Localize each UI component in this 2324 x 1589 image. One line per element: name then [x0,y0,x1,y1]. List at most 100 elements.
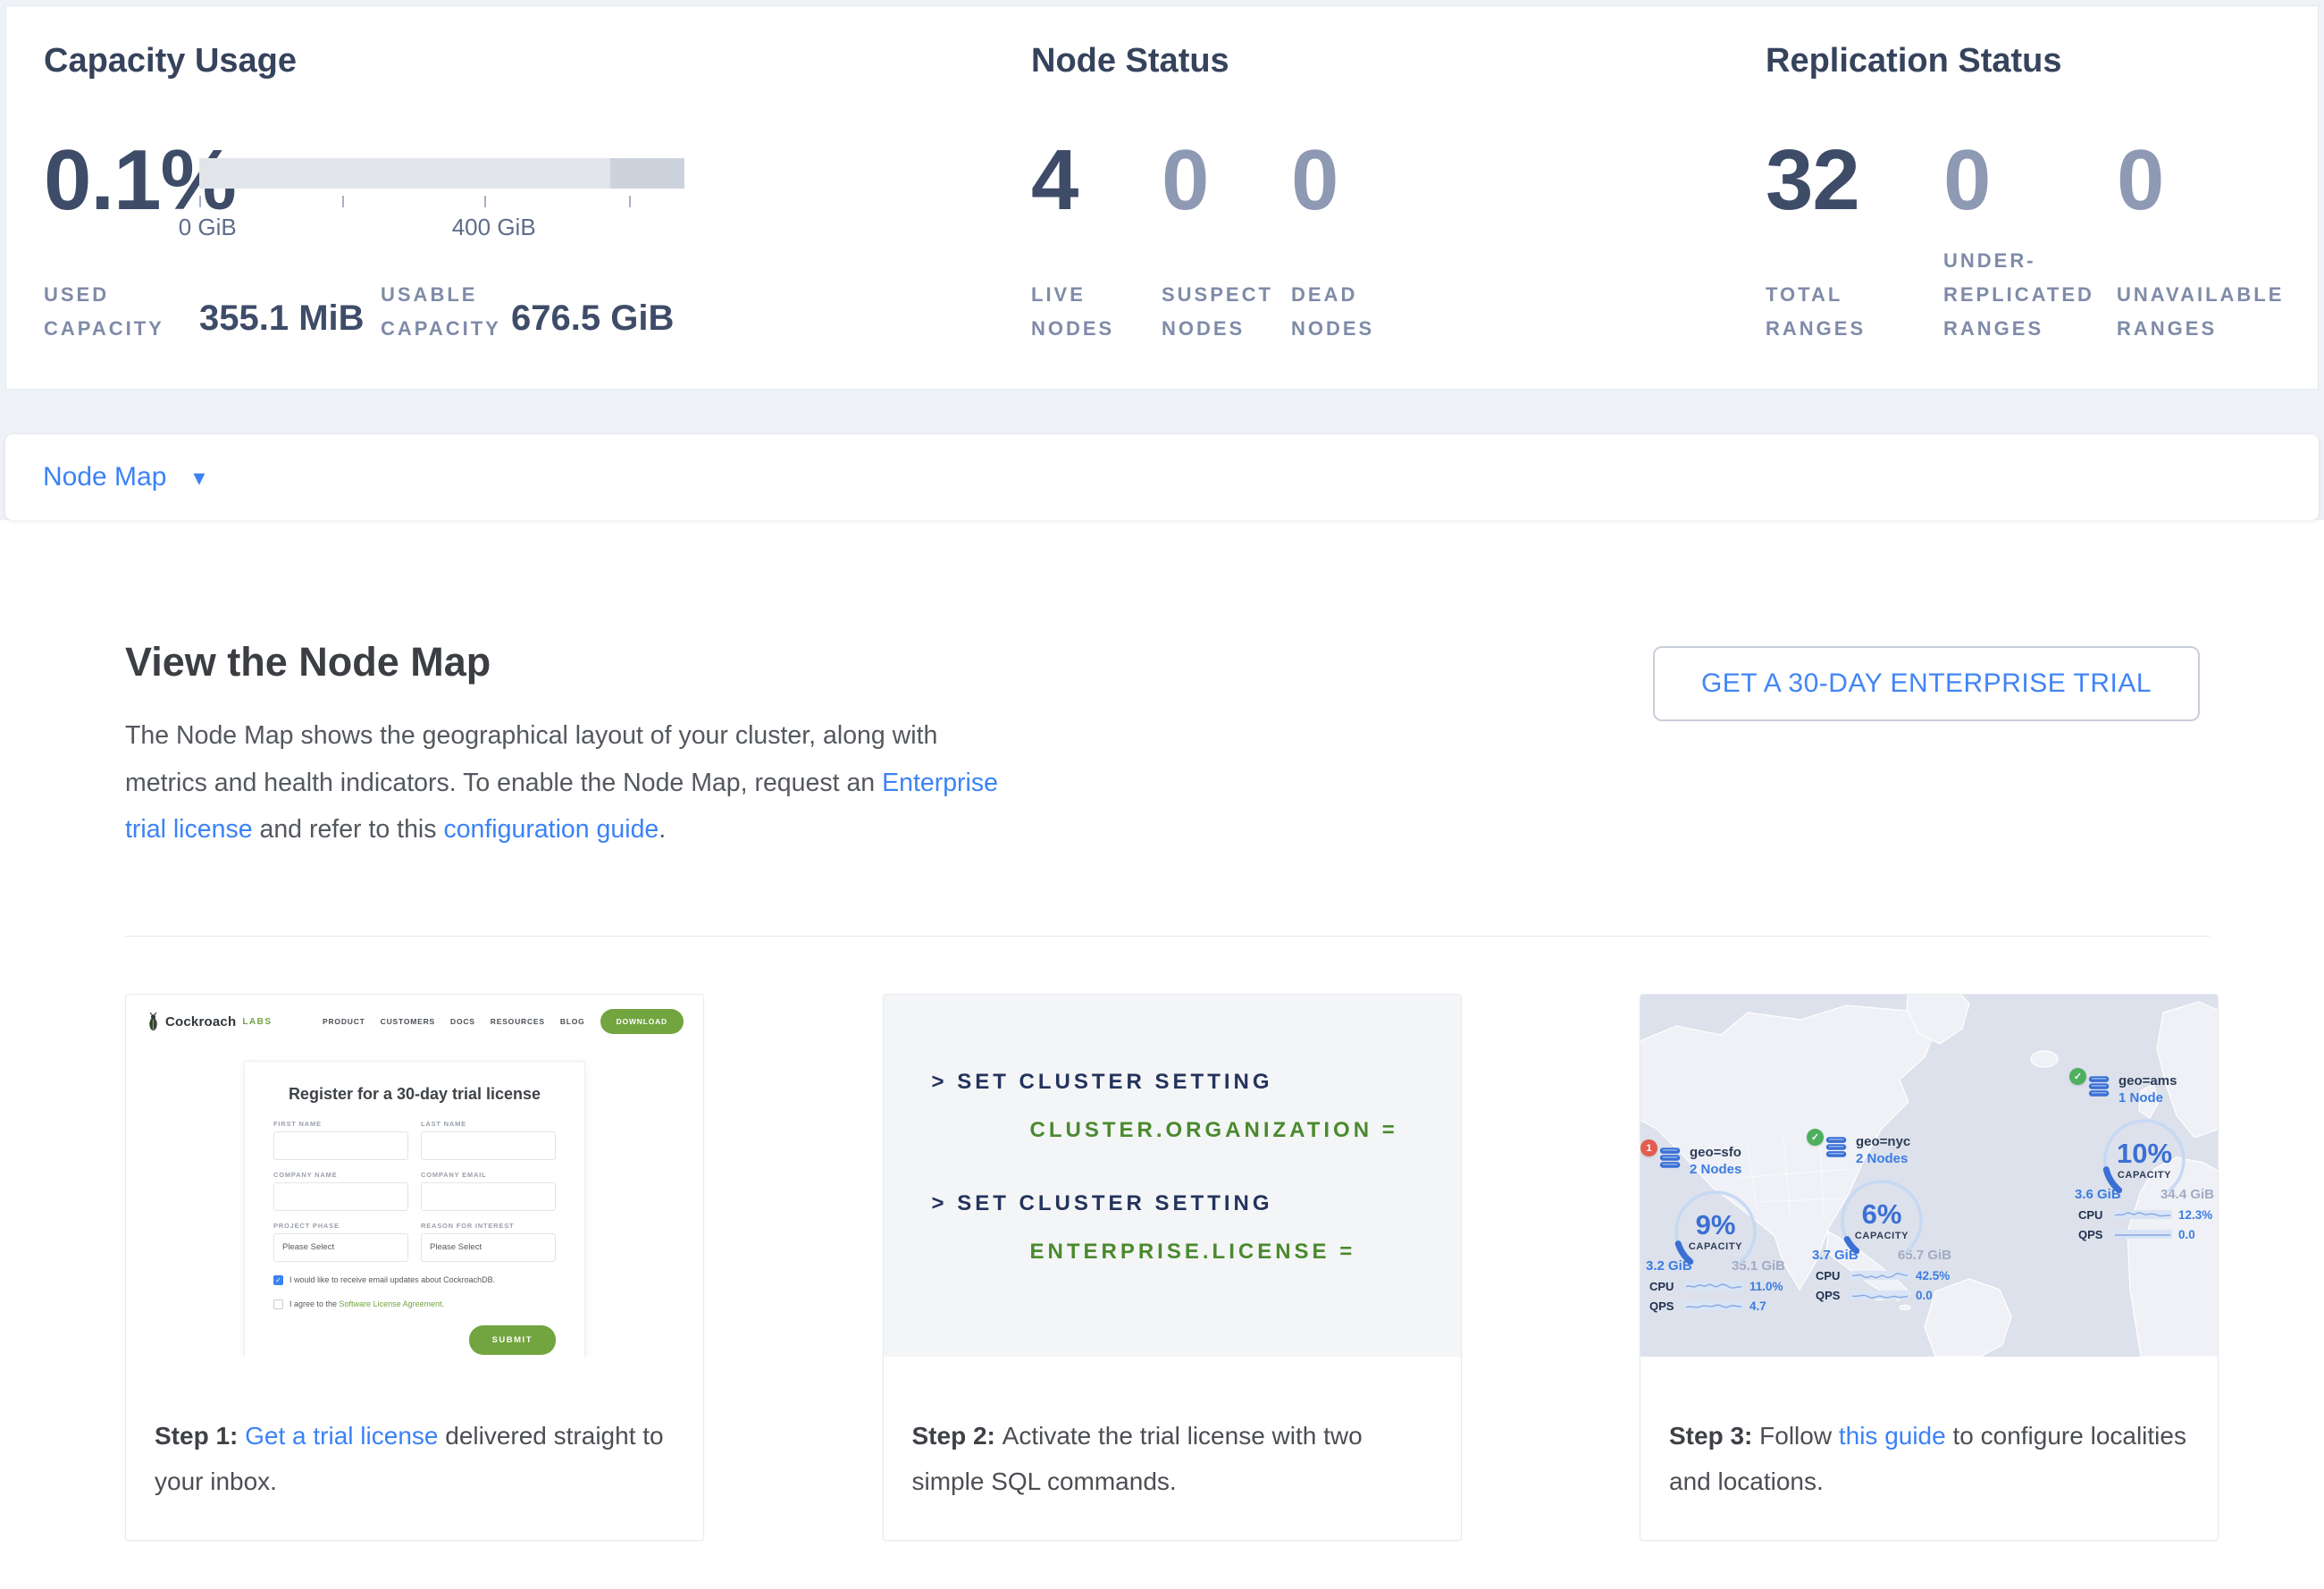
node-map-dropdown-label[interactable]: Node Map [43,462,166,492]
capacity-axis-tick [342,196,344,207]
locality-name: geo=ams [2118,1073,2177,1090]
cockroach-labs-logo: Cockroach LABS [146,1012,273,1031]
node-locality-sfo: 1 geo=sfo 2 Nodes [1646,1147,1785,1313]
dead-nodes-value: 0 [1291,133,1338,228]
first-name-field: FIRST NAME [273,1120,408,1160]
database-icon [2087,1075,2112,1097]
brand-suffix: LABS [242,1017,272,1027]
total-ranges-label: TOTAL RANGES [1766,278,1895,346]
checkbox-label: I agree to the Software License Agreemen… [289,1299,444,1310]
capacity-usage-title: Capacity Usage [44,42,297,80]
sql-command-line: > SET CLUSTER SETTING [932,1191,1461,1216]
capacity-bar-nonusable-segment [610,158,684,189]
cpu-value: 42.5% [1916,1269,1950,1282]
qps-value: 0.0 [1916,1289,1933,1302]
live-nodes-label: LIVE NODES [1031,278,1147,346]
get-trial-license-link[interactable]: Get a trial license [245,1422,438,1450]
step-1-label: Step 1: [155,1422,245,1450]
cpu-sparkline-icon [1850,1269,1909,1282]
database-icon [1658,1147,1683,1169]
field-input [421,1182,556,1211]
qps-label: QPS [1649,1299,1678,1313]
locality-name: geo=nyc [1856,1134,1910,1151]
step-2-caption: Step 2: Activate the trial license with … [884,1357,1461,1504]
get-enterprise-trial-button[interactable]: GET A 30-DAY ENTERPRISE TRIAL [1653,646,2200,721]
qps-value: 0.0 [2178,1228,2195,1241]
used-capacity-value: 355.1 MiB [199,298,365,339]
node-map-thumbnail: 1 geo=sfo 2 Nodes [1640,995,2218,1357]
capacity-percent: 9% [1664,1209,1767,1241]
qps-label: QPS [2078,1228,2107,1241]
locality-name: geo=sfo [1690,1145,1741,1162]
node-status-title: Node Status [1031,42,1229,80]
cpu-label: CPU [1816,1269,1844,1282]
step-3-text: Follow [1759,1422,1839,1450]
mini-nav-docs: DOCS [450,1017,475,1026]
cpu-sparkline-icon [2113,1208,2172,1221]
cpu-value: 11.0% [1749,1280,1783,1293]
qps-label: QPS [1816,1289,1844,1302]
field-select: Please Select [273,1233,408,1262]
capacity-caption: CAPACITY [1664,1241,1767,1252]
software-license-agreement-link: Software License Agreement. [340,1299,445,1308]
capacity-percent: 10% [2093,1138,2196,1170]
unavailable-ranges-label: UNAVAILABLE RANGES [2117,278,2318,346]
section-divider [125,936,2210,937]
mini-nav-blog: BLOG [560,1017,585,1026]
field-input [421,1131,556,1160]
field-label: COMPANY NAME [273,1171,408,1179]
project-phase-select: PROJECT PHASE Please Select [273,1222,408,1262]
node-locality-nyc: ✓ geo=nyc 2 Nodes [1812,1136,1951,1302]
reason-for-interest-select: REASON FOR INTEREST Please Select [421,1222,556,1262]
license-agreement-checkbox-row: I agree to the Software License Agreemen… [273,1299,556,1310]
checkbox-unchecked-icon [273,1299,283,1309]
checkbox-checked-icon: ✓ [273,1275,283,1285]
capacity-axis-tick [629,196,631,207]
step-3-caption: Step 3: Follow this guide to configure l… [1640,1357,2218,1504]
brand-name: Cockroach [165,1014,236,1030]
field-input [273,1131,408,1160]
this-guide-link[interactable]: this guide [1839,1422,1946,1450]
cpu-sparkline-icon [1684,1280,1743,1292]
suspect-nodes-value: 0 [1162,133,1208,228]
intro-text: and refer to this [253,815,444,844]
field-select: Please Select [421,1233,556,1262]
step-1-card: Cockroach LABS PRODUCT CUSTOMERS DOCS RE… [125,994,704,1541]
sql-setting-name: CLUSTER.ORGANIZATION = [932,1118,1461,1143]
intro-text: The Node Map shows the geographical layo… [125,721,937,797]
locality-node-count: 2 Nodes [1856,1151,1910,1168]
capacity-gauge: 6% CAPACITY [1830,1172,1934,1269]
node-map-info-section: View the Node Map The Node Map shows the… [0,520,2324,1541]
dead-nodes-label: DEAD NODES [1291,278,1403,346]
field-label: REASON FOR INTEREST [421,1222,556,1230]
cluster-summary-area: Capacity Usage 0.1% 0 GiB 400 GiB USED C… [0,0,2324,520]
node-map-view-dropdown[interactable]: Node Map ▾ [5,434,2319,520]
capacity-percent: 6% [1830,1198,1934,1231]
configuration-guide-link[interactable]: configuration guide [443,815,659,844]
section-spacer [5,390,2319,434]
healthy-badge-icon: ✓ [2069,1068,2086,1085]
intro-text: . [659,815,666,844]
trial-registration-thumbnail: Cockroach LABS PRODUCT CUSTOMERS DOCS RE… [126,995,703,1357]
company-name-field: COMPANY NAME [273,1171,408,1211]
cockroach-bug-icon [146,1012,161,1031]
capacity-caption: CAPACITY [2093,1170,2196,1181]
company-email-field: COMPANY EMAIL [421,1171,556,1211]
live-nodes-value: 4 [1031,133,1078,228]
suspect-nodes-label: SUSPECT NODES [1162,278,1300,346]
mini-nav-customers: CUSTOMERS [381,1017,435,1026]
locality-node-count: 1 Node [2118,1090,2177,1107]
mini-download-button: DOWNLOAD [600,1009,684,1034]
trial-registration-form: Register for a 30-day trial license FIRS… [244,1061,585,1357]
capacity-axis-tick [199,196,201,207]
field-label: LAST NAME [421,1120,556,1128]
sql-commands-thumbnail: > SET CLUSTER SETTING CLUSTER.ORGANIZATI… [884,995,1461,1357]
sql-prompt: > [932,1191,948,1215]
capacity-caption: CAPACITY [1830,1231,1934,1241]
cluster-stats-panel: Capacity Usage 0.1% 0 GiB 400 GiB USED C… [5,5,2319,390]
mini-submit-button: SUBMIT [469,1325,556,1355]
sql-setting-name: ENTERPRISE.LICENSE = [932,1240,1461,1265]
capacity-gauge: 9% CAPACITY [1664,1182,1767,1280]
field-input [273,1182,408,1211]
checkbox-text: I agree to the [289,1299,340,1308]
